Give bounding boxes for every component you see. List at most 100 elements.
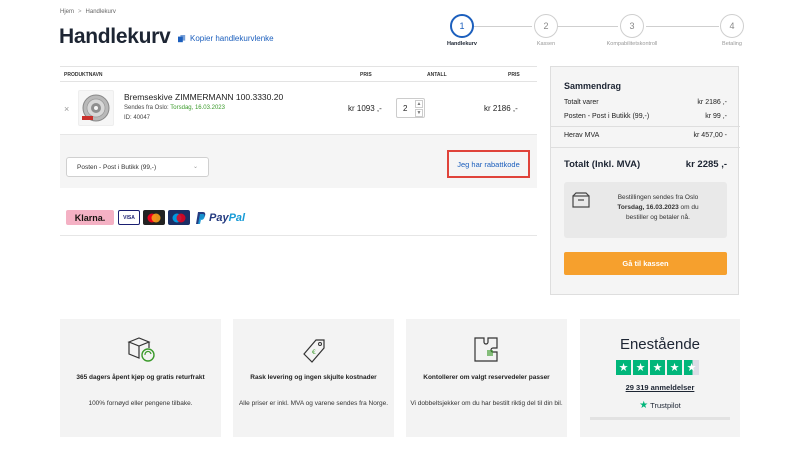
cart-item-row: × Bremseskive ZIMMERMANN 100.3330.20 Sen…: [60, 82, 537, 134]
header-product: PRODUKTNAVN: [64, 72, 103, 78]
decrease-quantity-button[interactable]: ▼: [415, 109, 423, 117]
feature-title: Kontollerer om valgt reservedeler passer: [423, 374, 550, 381]
summary-value: kr 99 ,-: [705, 113, 727, 120]
copy-cart-link[interactable]: Kopier handlekurvlenke: [178, 34, 274, 43]
trustpilot-widget[interactable]: Enestående ★ ★ ★ ★ ★ 29 319 anmeldelser …: [580, 319, 740, 437]
trustpilot-star-icon: ★: [639, 400, 649, 411]
checkout-button-label: Gå til kassen: [622, 259, 669, 268]
summary-label: Totalt varer: [564, 99, 599, 106]
feature-text: 100% fornøyd eller pengene tilbake.: [88, 400, 193, 407]
cart-table-header: PRODUKTNAVN PRIS ANTALL PRIS: [60, 66, 537, 82]
summary-row-items: Totalt varer kr 2186 ,-: [564, 99, 727, 106]
step-label: Kompabilitetskontroll: [606, 41, 658, 47]
product-image[interactable]: [78, 90, 114, 126]
brake-disc-icon: [82, 94, 110, 122]
star-icon: ★: [650, 360, 665, 375]
product-shipping: Sendes fra Oslo: Torsdag, 16.03.2023: [124, 105, 225, 111]
order-summary: Sammendrag Totalt varer kr 2186 ,- Poste…: [550, 66, 740, 295]
step-label: Kassen: [536, 41, 556, 47]
step-cart[interactable]: 1 Handlekurv: [432, 14, 492, 47]
copy-icon: [178, 34, 186, 42]
feature-text: Vi dobbeltsjekker om du har bestilt rikt…: [410, 400, 563, 407]
breadcrumb-home[interactable]: Hjem: [60, 9, 74, 15]
shipping-info-text: Bestillingen sendes fra Oslo Torsdag, 16…: [598, 193, 718, 223]
coupon-code-link[interactable]: Jeg har rabattkode: [447, 150, 530, 178]
feature-title: Rask levering og ingen skjulte kostnader: [250, 374, 377, 381]
increase-quantity-button[interactable]: ▲: [415, 100, 423, 108]
summary-divider: [551, 147, 740, 148]
total-label: Totalt (Inkl. MVA): [564, 159, 641, 170]
visa-logo: VISA: [118, 210, 140, 225]
shipping-info-box: Bestillingen sendes fra Oslo Torsdag, 16…: [564, 182, 727, 238]
header-quantity: ANTALL: [427, 72, 447, 78]
chevron-down-icon: ⌄: [192, 164, 198, 170]
product-id: ID: 40047: [124, 115, 151, 121]
paypal-wordmark-pay: Pay: [209, 211, 229, 224]
breadcrumb: Hjem > Handlekurv: [60, 9, 116, 15]
step-label: Handlekurv: [447, 41, 477, 47]
remove-item-button[interactable]: ×: [64, 104, 69, 114]
shipping-info-line1: Bestillingen sendes fra Oslo: [617, 194, 699, 201]
shipping-select-value: Posten - Post i Butikk (99,-): [77, 164, 157, 171]
breadcrumb-current: Handlekurv: [85, 9, 116, 15]
checkout-steps: 1 Handlekurv 2 Kassen 3 Kompabilitetskon…: [447, 14, 746, 50]
shipping-select[interactable]: Posten - Post i Butikk (99,-) ⌄: [66, 157, 209, 177]
summary-total: Totalt (Inkl. MVA) kr 2285 ,-: [564, 159, 727, 170]
step-compatibility[interactable]: 3 Kompabilitetskontroll: [602, 14, 662, 47]
half-star-icon: ★: [684, 360, 699, 375]
step-number: 3: [620, 14, 644, 38]
summary-value: kr 2186 ,-: [697, 99, 727, 106]
unit-price: kr 1093 ,-: [348, 104, 382, 113]
product-name[interactable]: Bremseskive ZIMMERMANN 100.3330.20: [124, 92, 283, 102]
line-total-price: kr 2186 ,-: [484, 104, 518, 113]
quantity-value[interactable]: 2: [403, 104, 407, 113]
summary-divider: [551, 126, 740, 127]
feature-text: Alle priser er inkl. MVA og varene sende…: [238, 400, 389, 407]
step-payment[interactable]: 4 Betaling: [702, 14, 762, 47]
trustpilot-stars: ★ ★ ★ ★ ★: [616, 360, 699, 375]
quantity-stepper[interactable]: 2 ▲ ▼: [396, 98, 425, 118]
header-total: PRIS: [508, 72, 520, 78]
paypal-logo: PayPal: [196, 210, 245, 225]
summary-label: Herav MVA: [564, 132, 600, 139]
shipping-info-date: Torsdag, 16.03.2023: [617, 204, 679, 211]
payment-methods: Klarna. VISA PayPal: [60, 188, 537, 236]
breadcrumb-separator: >: [78, 9, 82, 15]
summary-title: Sammendrag: [564, 81, 622, 91]
paypal-wordmark-pal: Pal: [228, 211, 246, 224]
feature-open-purchase: 365 dagers åpent kjøp og gratis returfra…: [60, 319, 221, 437]
total-value: kr 2285 ,-: [685, 159, 727, 170]
package-icon: [572, 192, 590, 208]
step-number: 2: [534, 14, 558, 38]
shipping-bar: Posten - Post i Butikk (99,-) ⌄ Jeg har …: [60, 134, 537, 188]
trustpilot-brand-name: Trustpilot: [650, 401, 681, 410]
page-title: Handlekurv: [59, 25, 171, 48]
maestro-logo: [168, 210, 190, 225]
shipping-date: Torsdag, 16.03.2023: [170, 105, 225, 111]
step-number: 1: [450, 14, 474, 38]
puzzle-icon: [474, 337, 498, 362]
cart-panel: PRODUKTNAVN PRIS ANTALL PRIS × Bremseski…: [60, 66, 537, 236]
star-icon: ★: [616, 360, 631, 375]
shipping-prefix: Sendes fra Oslo:: [124, 105, 169, 111]
trustpilot-reviews-link[interactable]: 29 319 anmeldelser: [580, 383, 740, 392]
mastercard-logo: [143, 210, 165, 225]
coupon-code-label: Jeg har rabattkode: [457, 159, 520, 169]
feature-title: 365 dagers åpent kjøp og gratis returfra…: [76, 374, 205, 381]
feature-compatibility-check: Kontollerer om valgt reservedeler passer…: [406, 319, 567, 437]
trustpilot-headline: Enestående: [619, 336, 701, 353]
header-price: PRIS: [360, 72, 372, 78]
price-tag-icon: €: [303, 339, 325, 363]
paypal-icon: [196, 211, 206, 224]
shipping-info-line2: om du: [680, 204, 699, 211]
summary-value: kr 457,00 -: [693, 132, 727, 139]
checkout-button[interactable]: Gå til kassen: [564, 252, 727, 275]
feature-fast-delivery: € Rask levering og ingen skjulte kostnad…: [233, 319, 394, 437]
trustpilot-brand: ★ Trustpilot: [580, 400, 740, 411]
step-checkout[interactable]: 2 Kassen: [516, 14, 576, 47]
shipping-info-line3: bestiller og betaler nå.: [626, 214, 690, 221]
star-icon: ★: [633, 360, 648, 375]
star-icon: ★: [667, 360, 682, 375]
summary-row-vat: Herav MVA kr 457,00 -: [564, 132, 727, 139]
klarna-logo: Klarna.: [66, 210, 114, 225]
